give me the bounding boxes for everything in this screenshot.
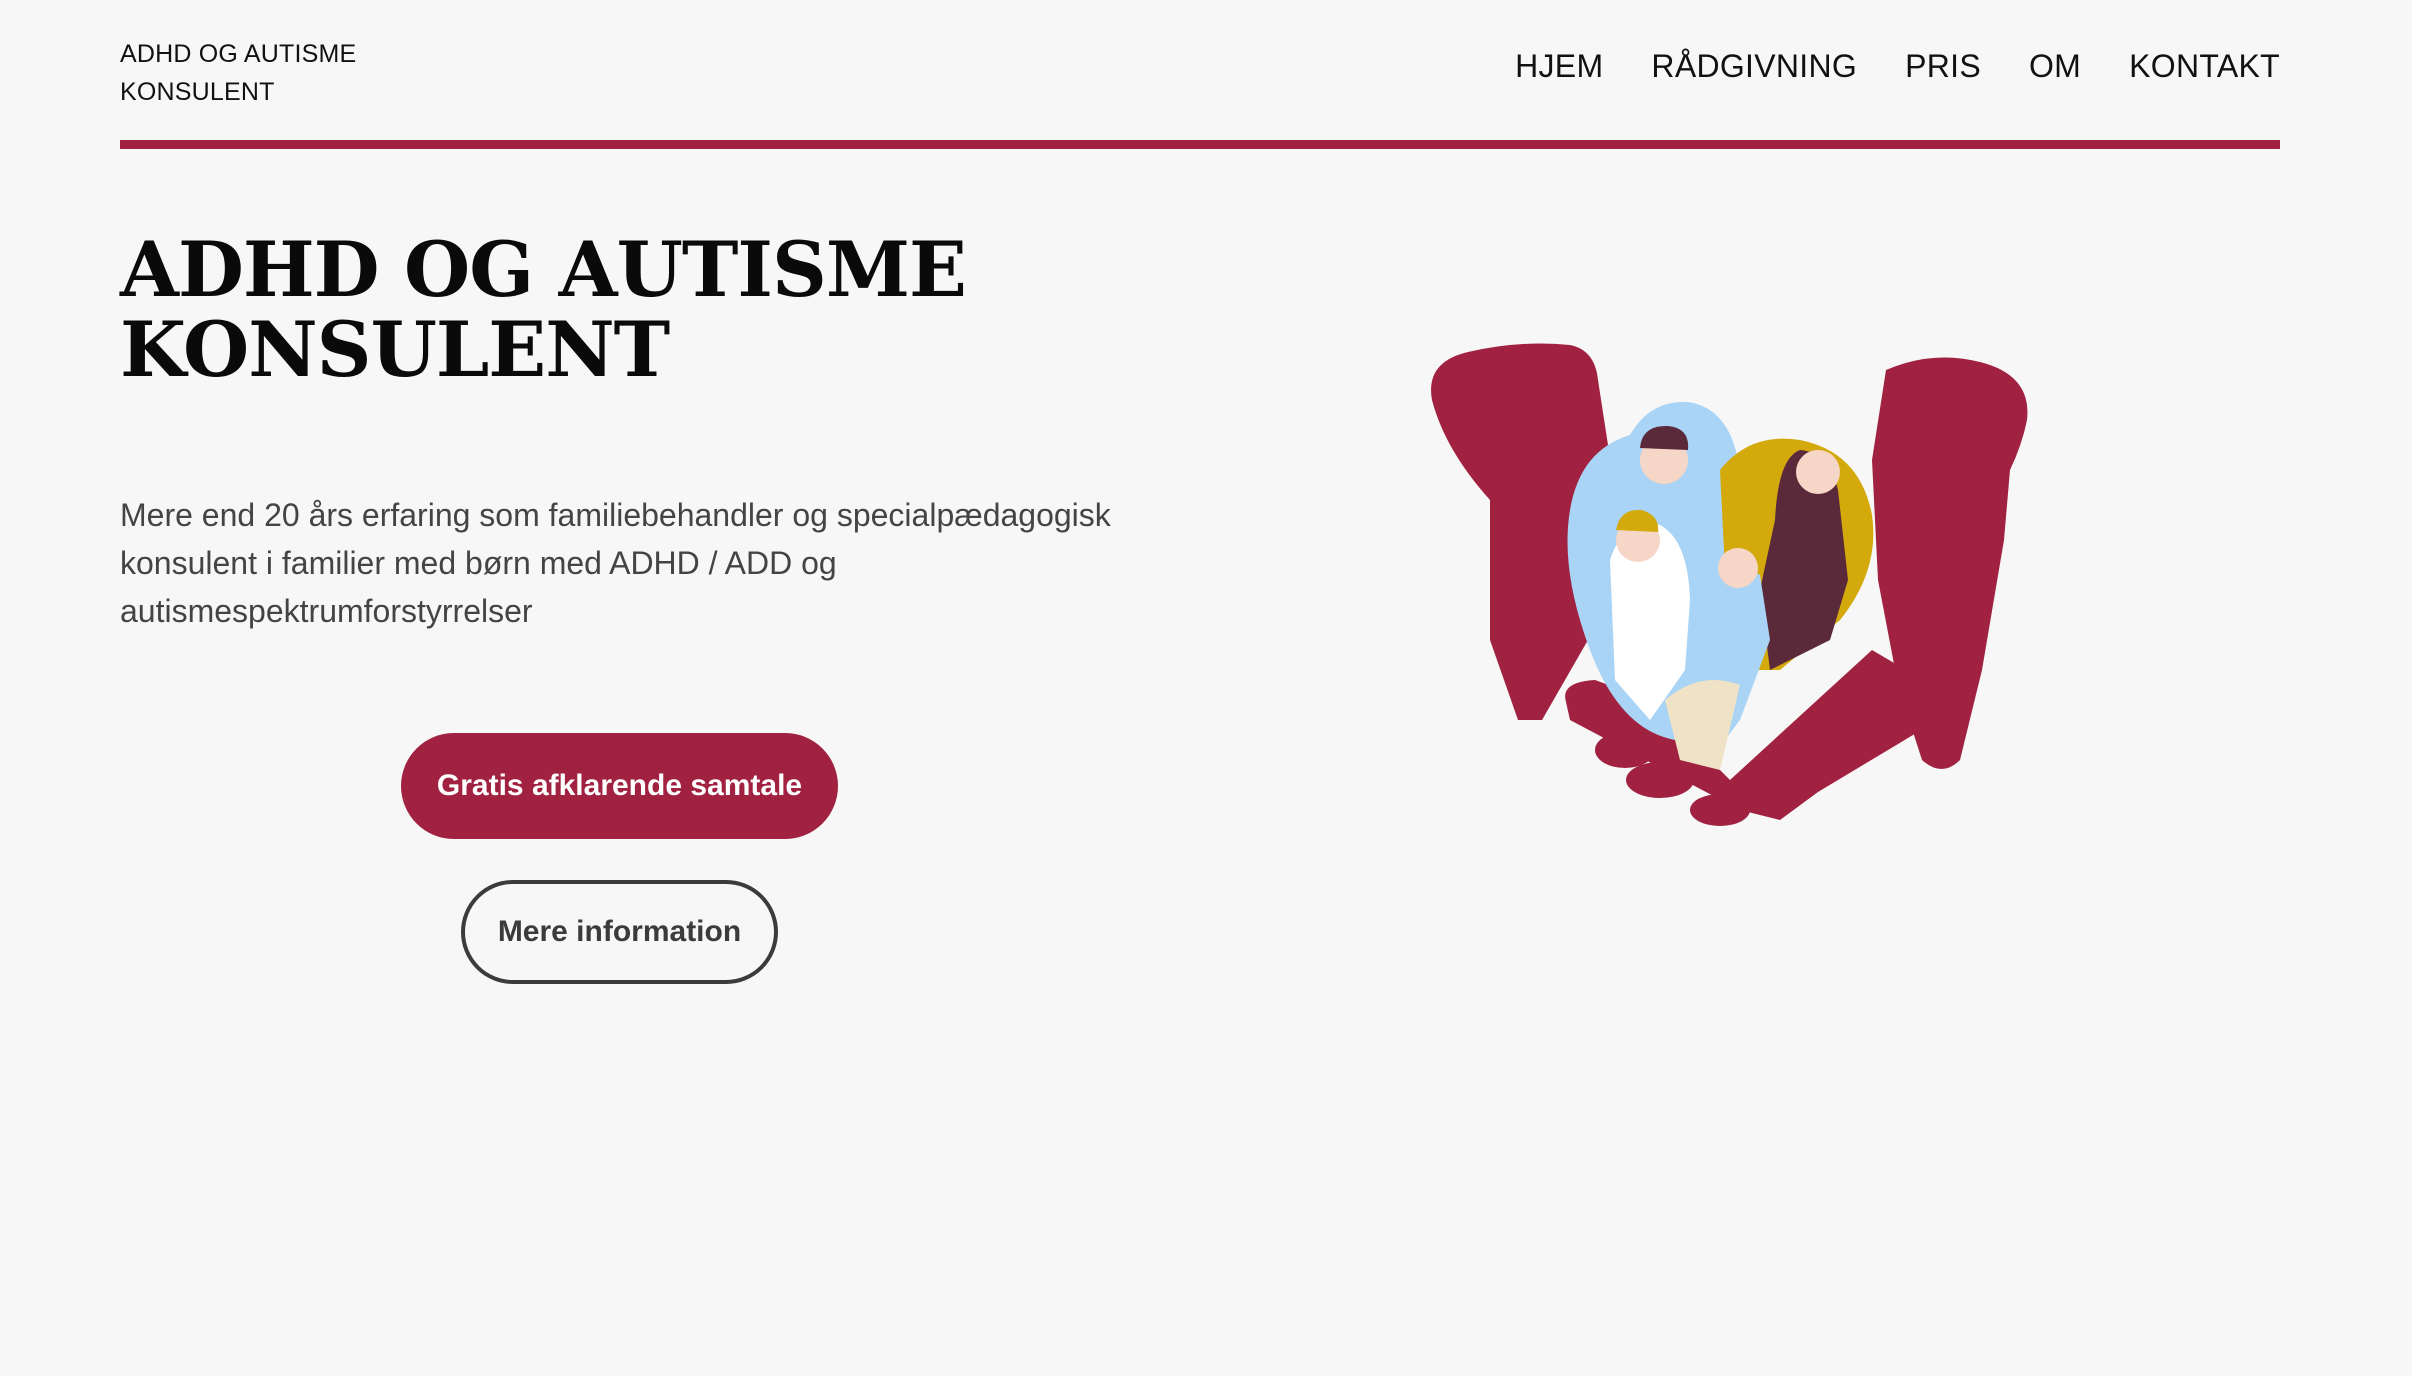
teen-head-shape [1718,548,1758,588]
brand-line-2: KONSULENT [120,78,275,106]
mother-head-shape [1796,450,1840,494]
header-divider [120,140,2280,149]
nav-item-kontakt[interactable]: KONTAKT [2129,48,2280,85]
hero-title-line-1: ADHD OG AUTISME [120,225,967,314]
nav-item-radgivning[interactable]: RÅDGIVNING [1651,48,1857,85]
finger-3-shape [1690,794,1750,826]
hero-title-line-2: KONSULENT [120,305,670,394]
site-header: ADHD OG AUTISME KONSULENT HJEM RÅDGIVNIN… [120,0,2280,150]
finger-2-shape [1626,762,1694,798]
nav-item-hjem[interactable]: HJEM [1515,48,1603,85]
free-consultation-button[interactable]: Gratis afklarende samtale [401,733,838,839]
finger-1-shape [1595,732,1655,768]
site-logo-text[interactable]: ADHD OG AUTISME KONSULENT [120,35,356,111]
hero-description: Mere end 20 års erfaring som familiebeha… [120,497,1111,629]
nav-item-pris[interactable]: PRIS [1905,48,1981,85]
main-nav: HJEM RÅDGIVNING PRIS OM KONTAKT [1515,48,2280,85]
hero-title: ADHD OG AUTISME KONSULENT [120,230,1120,390]
brand-line-1: ADHD OG AUTISME [120,40,357,68]
more-information-button[interactable]: Mere information [461,880,778,984]
nav-item-om[interactable]: OM [2029,48,2081,85]
family-in-hands-heart-illustration-icon [1431,343,2028,826]
